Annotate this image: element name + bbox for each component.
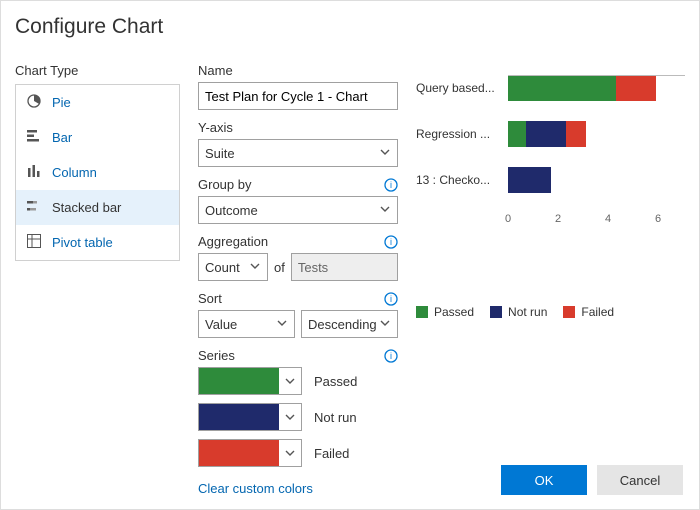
clear-custom-colors-link[interactable]: Clear custom colors xyxy=(198,481,313,496)
chart-type-label: Chart Type xyxy=(15,63,180,78)
legend-item: Passed xyxy=(416,305,474,319)
legend-label: Not run xyxy=(508,305,547,319)
bar-segment xyxy=(526,121,566,147)
axis-tick: 2 xyxy=(555,213,561,225)
chevron-down-icon xyxy=(276,317,288,332)
legend-label: Failed xyxy=(581,305,614,319)
axis-tick: 6 xyxy=(655,213,661,225)
chart-category-label: Query based... xyxy=(416,81,500,95)
series-name: Failed xyxy=(314,446,349,461)
chart-category-label: Regression ... xyxy=(416,127,500,141)
sort-label: Sort xyxy=(198,291,222,306)
chart-type-label: Bar xyxy=(52,130,72,145)
info-icon: i xyxy=(384,178,398,192)
series-color-select[interactable] xyxy=(198,403,302,431)
chart-bar-row: Regression ... xyxy=(416,121,685,147)
chart-form: Name Y-axis Suite Group by i Outcome Agg… xyxy=(198,63,398,496)
bar-segment xyxy=(508,167,551,193)
legend-swatch xyxy=(490,306,502,318)
stacked-bar-icon xyxy=(26,198,42,217)
series-row: Failed xyxy=(198,439,398,467)
chart-type-pie[interactable]: Pie xyxy=(16,85,179,120)
legend-label: Passed xyxy=(434,305,474,319)
color-swatch xyxy=(199,440,279,466)
name-input[interactable] xyxy=(198,82,398,110)
series-row: Not run xyxy=(198,403,398,431)
bar-segment xyxy=(566,121,586,147)
chart-type-stacked-bar[interactable]: Stacked bar xyxy=(16,190,179,225)
chart-preview-panel: Query based... Regression ... 13 : Checko.… xyxy=(416,63,685,496)
chart-category-label: 13 : Checko... xyxy=(416,173,500,187)
pie-icon xyxy=(26,93,42,112)
info-icon: i xyxy=(384,292,398,306)
name-label: Name xyxy=(198,63,233,78)
axis-tick: 4 xyxy=(605,213,611,225)
series-name: Passed xyxy=(314,374,357,389)
pivot-table-icon xyxy=(26,233,42,252)
svg-text:i: i xyxy=(390,351,392,361)
svg-text:i: i xyxy=(390,180,392,190)
series-color-select[interactable] xyxy=(198,367,302,395)
chart-type-label: Pivot table xyxy=(52,235,113,250)
chart-type-column[interactable]: Column xyxy=(16,155,179,190)
bar-segment xyxy=(508,75,616,101)
legend-swatch xyxy=(416,306,428,318)
chevron-down-icon xyxy=(379,203,391,218)
chevron-down-icon xyxy=(379,317,391,332)
bar-segment xyxy=(508,121,526,147)
legend-item: Not run xyxy=(490,305,547,319)
cancel-button[interactable]: Cancel xyxy=(597,465,683,495)
chart-type-bar[interactable]: Bar xyxy=(16,120,179,155)
series-name: Not run xyxy=(314,410,357,425)
sort-field-select[interactable]: Value xyxy=(198,310,295,338)
chart-bar-row: 13 : Checko... xyxy=(416,167,685,193)
chart-type-panel: Chart Type Pie Bar xyxy=(15,63,180,496)
color-swatch xyxy=(199,404,279,430)
bar-segment xyxy=(616,75,656,101)
chart-bar-row: Query based... xyxy=(416,75,685,101)
chevron-down-icon xyxy=(279,368,301,394)
ok-button[interactable]: OK xyxy=(501,465,587,495)
chevron-down-icon xyxy=(379,146,391,161)
chevron-down-icon xyxy=(279,440,301,466)
chevron-down-icon xyxy=(249,260,261,275)
configure-chart-dialog: Configure Chart Chart Type Pie Bar xyxy=(0,0,700,510)
aggregation-label: Aggregation xyxy=(198,234,268,249)
yaxis-label: Y-axis xyxy=(198,120,233,135)
legend-item: Failed xyxy=(563,305,614,319)
column-icon xyxy=(26,163,42,182)
series-color-select[interactable] xyxy=(198,439,302,467)
of-label: of xyxy=(274,260,285,275)
yaxis-select[interactable]: Suite xyxy=(198,139,398,167)
aggregation-select[interactable]: Count xyxy=(198,253,268,281)
chart-type-label: Stacked bar xyxy=(52,200,121,215)
series-label: Series xyxy=(198,348,235,363)
bar-icon xyxy=(26,128,42,147)
chart-preview: Query based... Regression ... 13 : Checko.… xyxy=(416,75,685,295)
dialog-title: Configure Chart xyxy=(15,15,685,39)
info-icon: i xyxy=(384,349,398,363)
aggregation-target: Tests xyxy=(291,253,398,281)
groupby-select[interactable]: Outcome xyxy=(198,196,398,224)
chart-legend: Passed Not run Failed xyxy=(416,305,685,319)
svg-text:i: i xyxy=(390,294,392,304)
svg-text:i: i xyxy=(390,237,392,247)
axis-tick: 0 xyxy=(505,213,511,225)
chart-type-label: Pie xyxy=(52,95,71,110)
info-icon: i xyxy=(384,235,398,249)
chevron-down-icon xyxy=(279,404,301,430)
series-row: Passed xyxy=(198,367,398,395)
chart-type-label: Column xyxy=(52,165,97,180)
sort-direction-select[interactable]: Descending xyxy=(301,310,398,338)
color-swatch xyxy=(199,368,279,394)
legend-swatch xyxy=(563,306,575,318)
chart-type-pivot-table[interactable]: Pivot table xyxy=(16,225,179,260)
groupby-label: Group by xyxy=(198,177,251,192)
